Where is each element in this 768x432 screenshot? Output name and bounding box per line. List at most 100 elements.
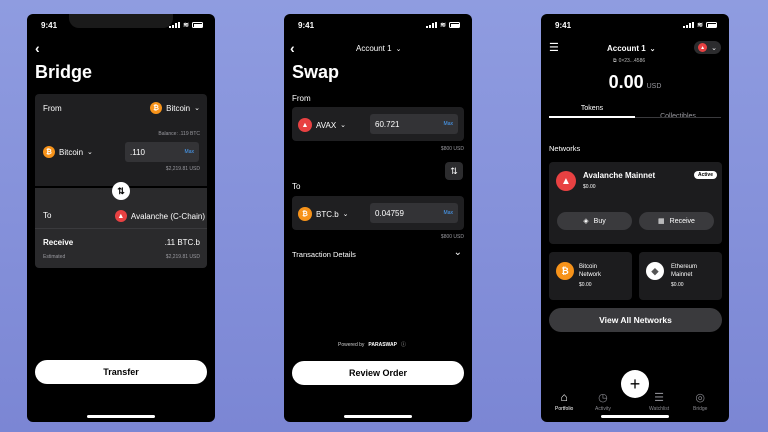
battery-icon [192, 22, 203, 28]
ethereum-network-name: Ethereum Mainnet [671, 264, 698, 278]
to-chain-select[interactable]: ▲ Avalanche (C-Chain) [114, 210, 205, 222]
buy-button[interactable]: ◈ Buy [557, 212, 632, 230]
wallet-address[interactable]: ⧉ 0×23...4586 [613, 58, 645, 64]
avalanche-icon: ▲ [298, 118, 312, 132]
back-icon[interactable]: ‹ [35, 40, 40, 56]
list-icon: ☰ [654, 392, 664, 404]
from-amount-input[interactable]: 60.721 Max [370, 114, 458, 134]
chevron-down-icon: ⌄ [649, 45, 656, 53]
signal-icon [683, 22, 695, 28]
nav-bridge[interactable]: ◎ Bridge [693, 391, 707, 412]
to-token-select[interactable]: ₿ BTC.b ⌄ [298, 207, 349, 221]
tab-collectibles[interactable]: Collectibles [635, 105, 721, 123]
account-selector[interactable]: Account 1 ⌄ [607, 44, 656, 53]
bitcoin-network-value: $0.00 [579, 282, 592, 288]
nav-portfolio[interactable]: ⌂ Portfolio [555, 390, 573, 412]
from-usd: $800 USD [440, 146, 464, 152]
chevron-down-icon: ⌄ [194, 105, 200, 112]
status-bar: 9:41 ≋ [41, 20, 203, 30]
portfolio-screen: 9:41 ≋ ☰ Account 1 ⌄ ▲ ⌄ ⧉ 0×23...4586 0… [541, 14, 729, 422]
transaction-details-label[interactable]: Transaction Details [292, 250, 356, 259]
main-network-value: $0.00 [583, 184, 596, 190]
clock-icon: ◷ [598, 392, 608, 404]
chevron-down-icon: ⌄ [87, 149, 93, 156]
wifi-icon: ≋ [697, 22, 703, 29]
balance-currency: USD [646, 83, 662, 90]
back-icon[interactable]: ‹ [290, 40, 295, 56]
tab-indicator [549, 116, 635, 118]
bitcoin-icon: ₿ [150, 102, 163, 114]
transfer-button[interactable]: Transfer [35, 360, 207, 384]
receive-button[interactable]: ▦ Receive [639, 212, 714, 230]
active-badge: Active [693, 171, 717, 179]
bitcoin-icon: ₿ [43, 146, 55, 158]
max-button[interactable]: Max [444, 210, 453, 216]
menu-icon[interactable]: ☰ [549, 41, 559, 54]
signal-icon [169, 22, 181, 28]
avalanche-icon: ▲ [114, 210, 127, 222]
tag-icon: ◈ [583, 218, 589, 225]
nav-watchlist[interactable]: ☰ Watchlist [649, 391, 669, 412]
bridge-icon: ◎ [695, 392, 706, 404]
wifi-icon: ≋ [440, 22, 446, 29]
home-indicator [601, 415, 669, 418]
review-order-button[interactable]: Review Order [292, 361, 464, 385]
networks-label: Networks [549, 144, 581, 153]
info-icon[interactable]: ⓘ [401, 341, 406, 348]
status-bar: 9:41 ≋ [555, 20, 717, 30]
home-indicator [87, 415, 155, 418]
account-selector[interactable]: Account 1 ⌄ [356, 44, 401, 53]
home-icon: ⌂ [560, 390, 568, 404]
page-title: Swap [292, 62, 340, 82]
signal-icon [426, 22, 438, 28]
to-amount-input[interactable]: 0.04759 Max [370, 203, 458, 223]
view-all-networks-button[interactable]: View All Networks [549, 308, 722, 332]
paraswap-logo: PARASWAP [368, 341, 397, 348]
balance-value: 0.00 [608, 72, 644, 92]
from-token-select[interactable]: ₿ Bitcoin ⌄ [150, 102, 200, 114]
swap-direction-button[interactable]: ⇅ [112, 182, 130, 200]
avalanche-icon: ▲ [556, 171, 576, 191]
status-time: 9:41 [555, 20, 572, 30]
avalanche-icon: ▲ [698, 43, 708, 52]
max-button[interactable]: Max [185, 149, 194, 155]
from-token-select[interactable]: ▲ AVAX ⌄ [298, 118, 346, 132]
network-selector[interactable]: ▲ ⌄ [694, 41, 721, 54]
battery-icon [449, 22, 460, 28]
swap-direction-button[interactable]: ⇅ [445, 162, 463, 180]
battery-icon [706, 22, 717, 28]
wifi-icon: ≋ [183, 22, 189, 29]
receive-value: .11 BTC.b [164, 238, 200, 247]
bitcoin-network-name: Bitcoin Network [579, 264, 602, 278]
bitcoin-icon: ₿ [556, 262, 574, 280]
nav-activity[interactable]: ◷ Activity [595, 391, 611, 412]
asset-select[interactable]: ₿ Bitcoin ⌄ [43, 146, 93, 158]
qr-code-icon: ▦ [658, 218, 665, 225]
chevron-down-icon[interactable]: ⌄ [454, 247, 462, 258]
max-button[interactable]: Max [444, 121, 453, 127]
chevron-down-icon: ⌄ [711, 44, 717, 52]
tab-tokens[interactable]: Tokens [549, 105, 635, 112]
main-network-name: Avalanche Mainnet [583, 171, 656, 180]
status-bar: 9:41 ≋ [298, 20, 460, 30]
bridge-screen: 9:41 ≋ ‹ Bridge From ₿ Bitcoin ⌄ Balance… [27, 14, 215, 422]
ethereum-icon: ◆ [646, 262, 664, 280]
copy-icon: ⧉ [613, 58, 617, 64]
powered-by: Powered by PARASWAP ⓘ [338, 341, 406, 349]
swap-screen: 9:41 ≋ ‹ Account 1 ⌄ Swap From ▲ AVAX ⌄ … [284, 14, 472, 422]
from-label: From [43, 104, 62, 113]
add-icon[interactable]: + [621, 370, 649, 398]
to-label: To [43, 211, 52, 220]
total-balance: 0.00 USD [541, 72, 729, 93]
chevron-down-icon: ⌄ [342, 211, 349, 218]
home-indicator [344, 415, 412, 418]
status-time: 9:41 [298, 20, 315, 30]
divider [35, 228, 207, 229]
bitcoin-icon: ₿ [298, 207, 312, 221]
to-usd: $800 USD [440, 234, 464, 240]
estimated-usd: $2,219.81 USD [165, 254, 200, 260]
amount-input[interactable]: .110 Max [125, 142, 199, 162]
ethereum-network-value: $0.00 [671, 282, 684, 288]
balance-text: Balance: .119 BTC [158, 131, 200, 137]
from-label: From [292, 94, 311, 103]
